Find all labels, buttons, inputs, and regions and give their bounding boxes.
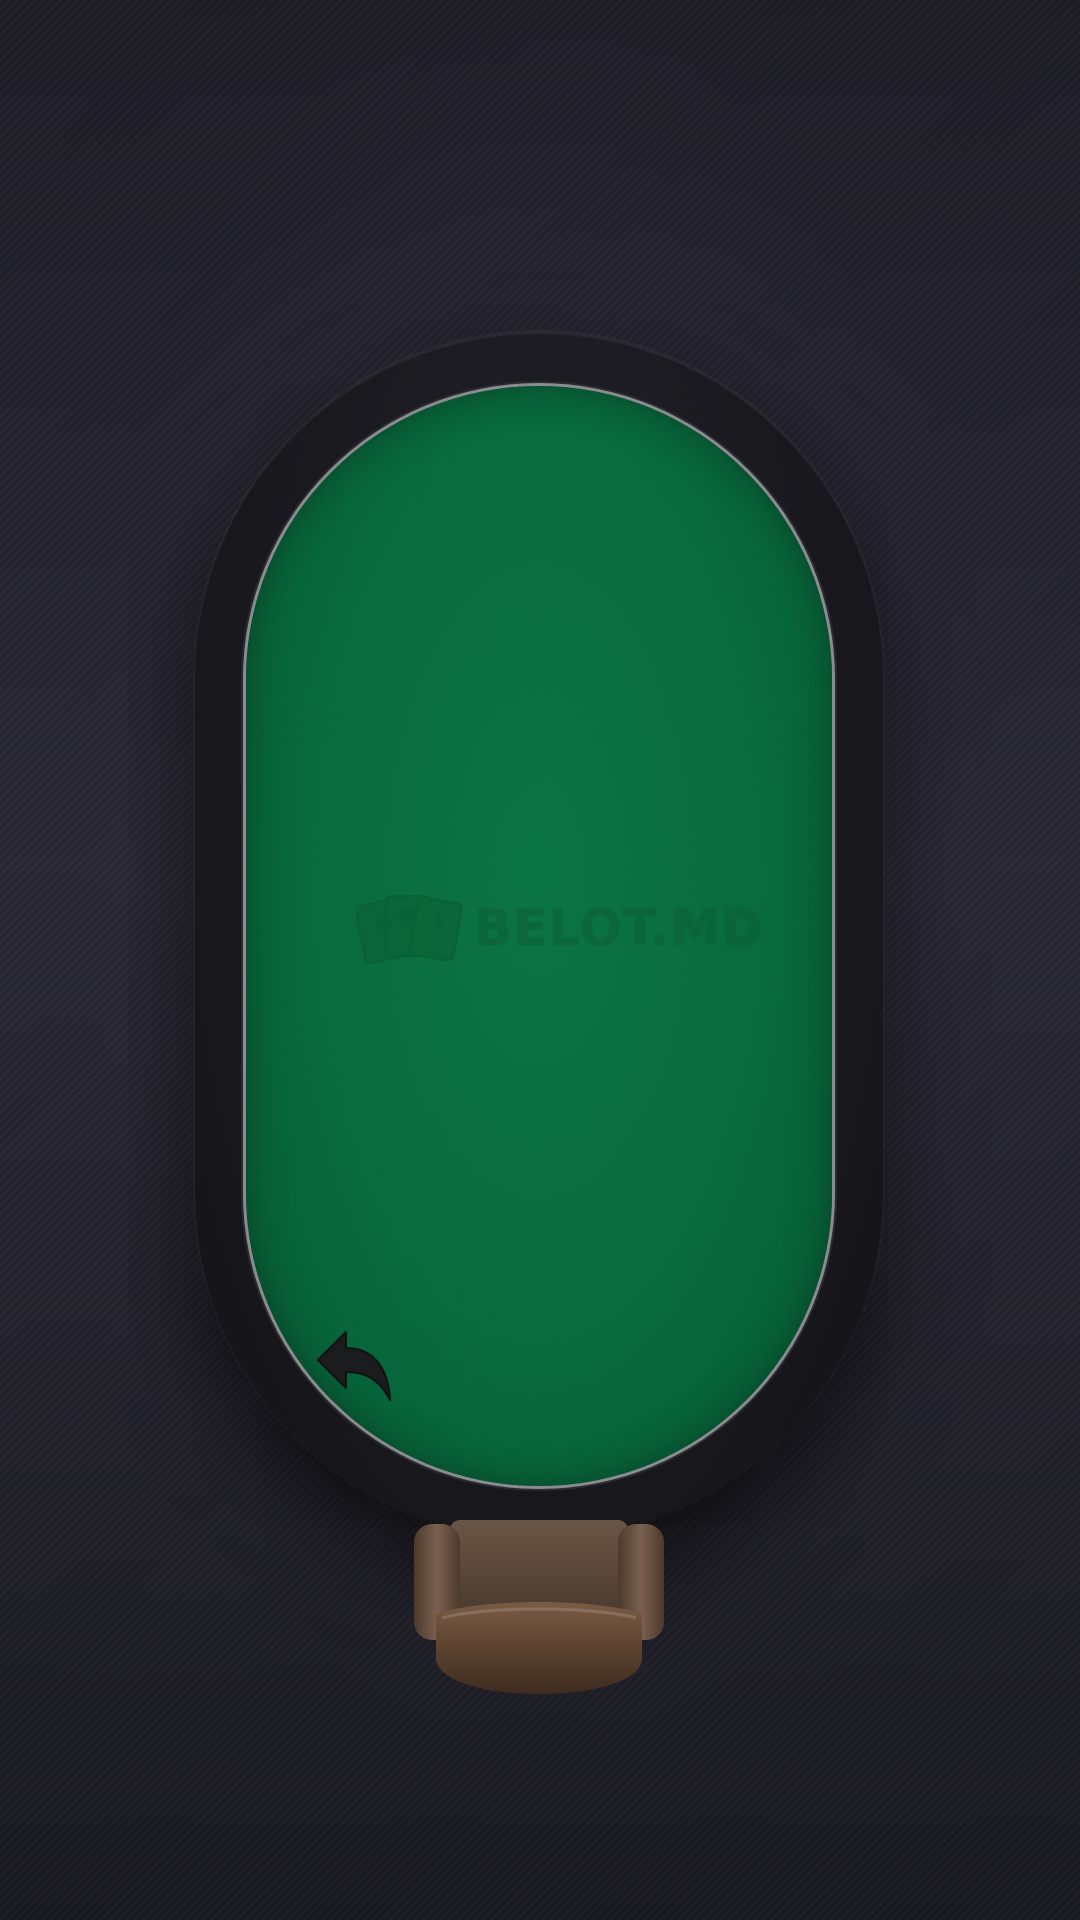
back-button[interactable]: [316, 1330, 392, 1402]
chair-icon: [414, 1520, 664, 1694]
player-seat[interactable]: [412, 1520, 666, 1696]
back-arrow-icon: [317, 1331, 391, 1401]
logo-text: BELOT.MD: [474, 899, 764, 957]
game-scene: BELOT.MD: [0, 0, 1080, 1920]
playing-cards-icon: [354, 888, 466, 968]
table-logo: BELOT.MD: [354, 888, 763, 968]
